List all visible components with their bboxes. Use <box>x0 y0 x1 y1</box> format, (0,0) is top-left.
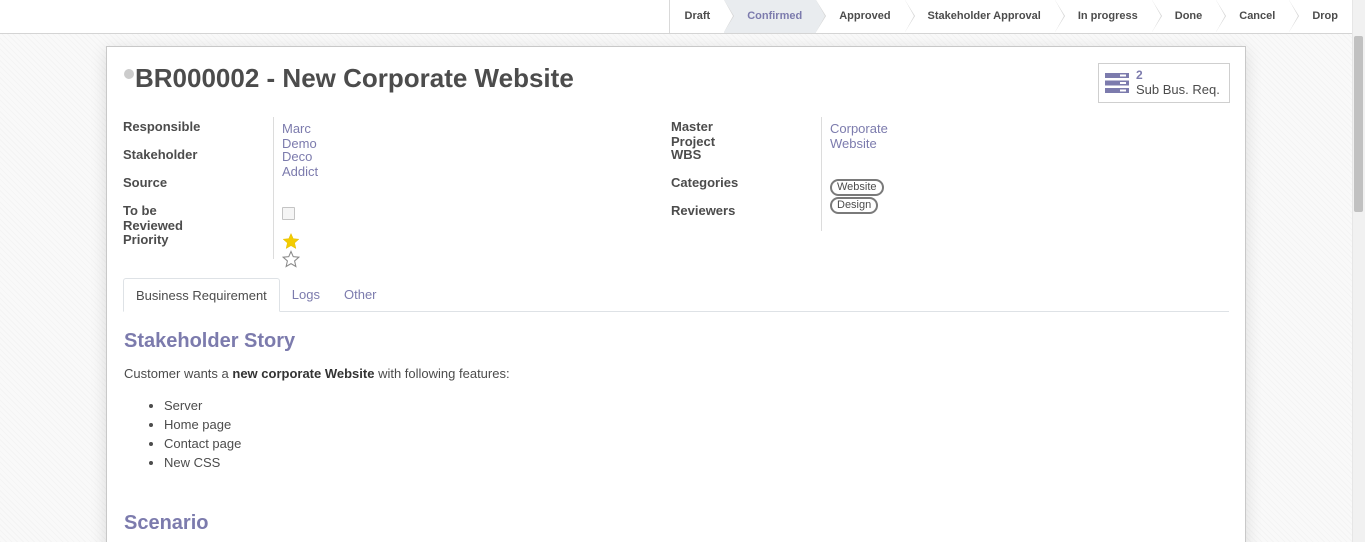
stakeholder-label: Stakeholder <box>123 147 198 162</box>
sub-requirements-button[interactable]: 2 Sub Bus. Req. <box>1098 63 1230 103</box>
source-label: Source <box>123 175 168 190</box>
kanban-state-indicator[interactable] <box>124 69 134 79</box>
responsible-link[interactable]: Marc Demo <box>282 121 317 151</box>
master-project-label: Master Project <box>671 119 716 149</box>
control-panel: Draft Confirmed Approved Stakeholder App… <box>0 0 1352 34</box>
master-project-link[interactable]: Corporate Website <box>830 121 888 151</box>
scrollbar-thumb[interactable] <box>1354 36 1363 212</box>
category-tag[interactable]: Design <box>830 197 879 214</box>
tab-business-requirement[interactable]: Business Requirement <box>123 278 280 312</box>
form-sheet: BR000002 - New Corporate Website 2 Sub B… <box>106 46 1246 542</box>
list-item: Contact page <box>164 434 1224 453</box>
stage-stakeholder-approval[interactable]: Stakeholder Approval <box>904 0 1066 33</box>
priority-widget <box>281 232 304 268</box>
field-divider <box>273 117 274 259</box>
list-item: New CSS <box>164 453 1224 472</box>
sub-requirements-label: Sub Bus. Req. <box>1136 82 1220 97</box>
scrollbar[interactable] <box>1352 0 1365 542</box>
categories-tags: WebsiteDesign <box>830 178 886 214</box>
priority-label: Priority <box>123 232 169 247</box>
story-prefix: Customer wants a <box>124 366 233 381</box>
category-tag[interactable]: Website <box>830 179 884 196</box>
stage-draft[interactable]: Draft <box>669 0 734 33</box>
star-empty-icon[interactable] <box>281 250 301 268</box>
status-bar: Draft Confirmed Approved Stakeholder App… <box>668 0 1352 33</box>
notebook-tabs: Business Requirement Logs Other <box>123 278 1229 312</box>
stage-in-progress[interactable]: In progress <box>1054 0 1162 33</box>
sub-requirements-count: 2 <box>1136 68 1143 82</box>
responsible-label: Responsible <box>123 119 201 134</box>
stage-confirmed[interactable]: Confirmed <box>724 0 827 33</box>
record-title: BR000002 - New Corporate Website <box>135 63 574 93</box>
list-item: Server <box>164 396 1224 415</box>
stakeholder-story-heading: Stakeholder Story <box>124 330 296 352</box>
tab-logs[interactable]: Logs <box>280 278 332 311</box>
star-filled-icon[interactable] <box>282 232 300 250</box>
story-bold: new corporate Website <box>232 366 375 381</box>
scenario-heading: Scenario <box>124 512 209 534</box>
to-be-reviewed-label: To be Reviewed <box>123 203 183 233</box>
to-be-reviewed-checkbox[interactable] <box>282 207 295 220</box>
field-divider <box>821 117 822 231</box>
tab-other[interactable]: Other <box>332 278 389 311</box>
tab-content: Stakeholder Story Customer wants a new c… <box>124 330 1224 534</box>
list-item: Home page <box>164 415 1224 434</box>
to-be-reviewed-container <box>282 207 295 223</box>
story-text: Customer wants a new corporate Website w… <box>124 366 1224 381</box>
categories-label: Categories <box>671 175 739 190</box>
stage-approved[interactable]: Approved <box>816 0 915 33</box>
story-suffix: with following features: <box>374 366 510 381</box>
list-stack-icon <box>1105 73 1129 93</box>
stage-cancel[interactable]: Cancel <box>1216 0 1300 33</box>
stakeholder-link[interactable]: Deco Addict <box>282 149 318 179</box>
wbs-label: WBS <box>671 147 702 162</box>
reviewers-label: Reviewers <box>671 203 736 218</box>
feature-list: Server Home page Contact page New CSS <box>164 396 1224 472</box>
smart-button-text: 2 Sub Bus. Req. <box>1136 68 1220 98</box>
